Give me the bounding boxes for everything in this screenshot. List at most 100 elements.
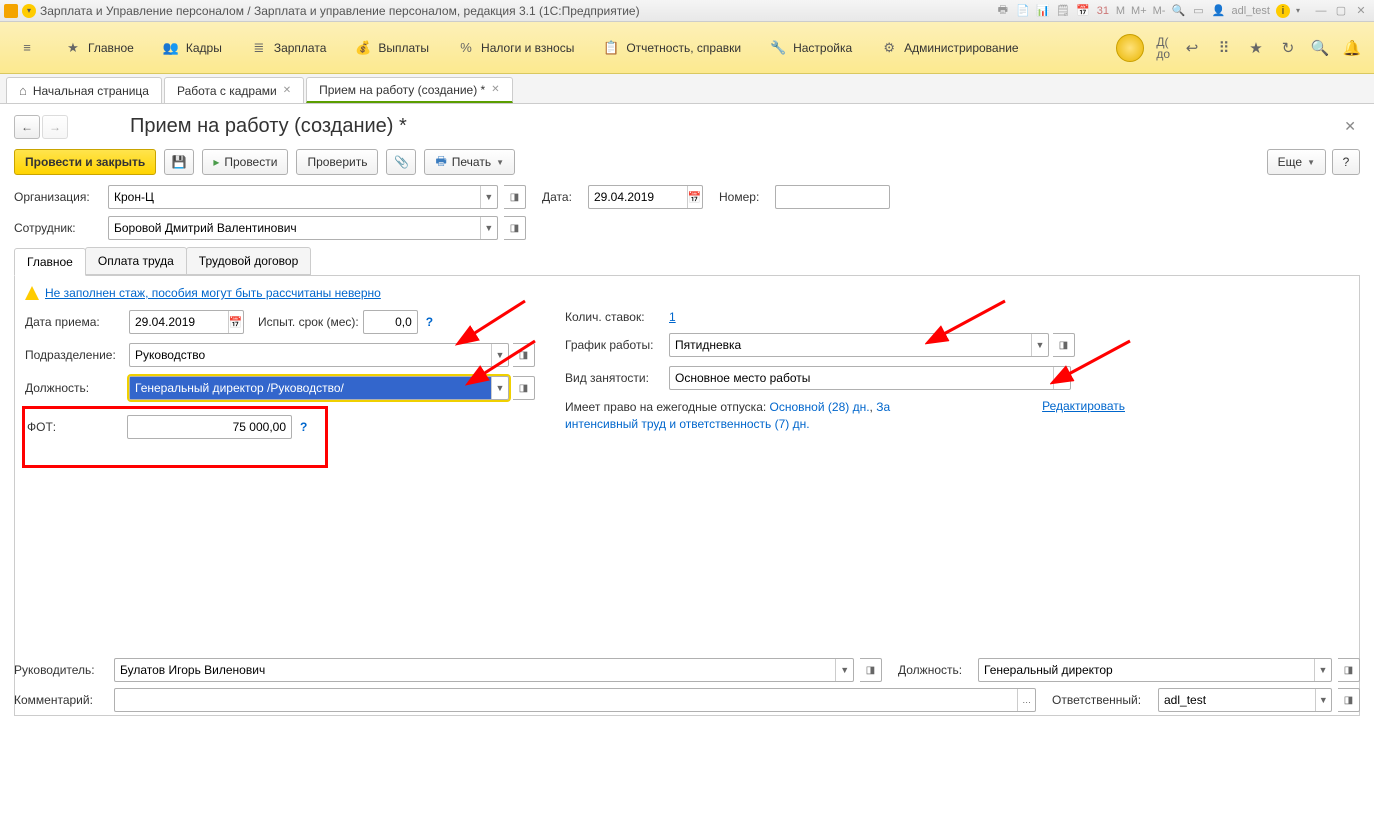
menu-admin[interactable]: ⚙Администрирование <box>866 22 1032 73</box>
calendar-icon[interactable]: 📅 <box>228 311 243 333</box>
warning-link[interactable]: Не заполнен стаж, пособия могут быть рас… <box>45 286 381 300</box>
dropdown-icon[interactable]: ▼ <box>1053 367 1070 389</box>
edit-vacation-link[interactable]: Редактировать <box>1042 399 1125 413</box>
back-tool-icon[interactable]: ↩ <box>1182 38 1202 58</box>
page-header: ← → Прием на работу (создание) * ✕ <box>14 114 1360 139</box>
hire-date-field[interactable]: 📅 <box>129 310 244 334</box>
document-footer: Руководитель: ▼ ◨ Должность: ▼ ◨ Коммент… <box>14 658 1360 718</box>
minimize-button[interactable]: — <box>1312 4 1330 18</box>
dropdown-icon[interactable]: ▼ <box>491 377 508 399</box>
help-icon[interactable]: ? <box>300 420 307 434</box>
comment-field[interactable]: … <box>114 688 1036 712</box>
open-icon[interactable]: ◨ <box>860 658 882 682</box>
help-button[interactable]: ? <box>1332 149 1360 175</box>
manager-label: Руководитель: <box>14 663 108 677</box>
memory-mminus[interactable]: M- <box>1153 5 1166 17</box>
dropdown-icon[interactable]: ▼ <box>1031 334 1048 356</box>
star-icon[interactable]: ★ <box>1246 38 1266 58</box>
status-indicator[interactable] <box>1116 34 1144 62</box>
close-icon[interactable]: ✕ <box>491 84 499 95</box>
search-icon[interactable]: 🔍 <box>1310 38 1330 58</box>
help-icon[interactable]: ? <box>426 315 433 329</box>
report-icon[interactable]: 📊 <box>1036 4 1050 18</box>
history-icon[interactable]: ↻ <box>1278 38 1298 58</box>
menu-reports[interactable]: 📋Отчетность, справки <box>588 22 755 73</box>
calendar-icon[interactable]: 📅 <box>687 186 702 208</box>
print-icon[interactable]: 🖶 <box>996 4 1010 18</box>
dropdown-icon[interactable]: ▼ <box>480 186 497 208</box>
info-icon[interactable]: i <box>1276 4 1290 18</box>
close-icon[interactable]: ✕ <box>283 85 291 96</box>
menu-personnel[interactable]: 👥Кадры <box>148 22 236 73</box>
open-icon[interactable]: ◨ <box>513 343 535 367</box>
menu-settings[interactable]: 🔧Настройка <box>755 22 866 73</box>
tab-contract[interactable]: Трудовой договор <box>186 247 311 275</box>
menu-salary[interactable]: ≣Зарплата <box>236 22 341 73</box>
menu-taxes[interactable]: %Налоги и взносы <box>443 22 588 73</box>
menu-hamburger[interactable]: ≡ <box>4 22 50 73</box>
tab-personnel-work[interactable]: Работа с кадрами ✕ <box>164 77 304 103</box>
post-and-close-button[interactable]: Провести и закрыть <box>14 149 156 175</box>
open-icon[interactable]: ◨ <box>504 185 526 209</box>
close-button[interactable]: ✕ <box>1352 4 1370 18</box>
check-button[interactable]: Проверить <box>296 149 378 175</box>
window-icon[interactable]: ▭ <box>1191 4 1205 18</box>
date-icon[interactable]: 31 <box>1096 4 1110 18</box>
department-field[interactable]: ▼ <box>129 343 509 367</box>
warning-icon <box>25 286 39 300</box>
doc-icon[interactable]: 📄 <box>1016 4 1030 18</box>
open-icon[interactable]: ◨ <box>513 376 535 400</box>
comment-label: Комментарий: <box>14 693 108 707</box>
memory-m[interactable]: M <box>1116 5 1125 17</box>
responsible-field[interactable]: ▼ <box>1158 688 1332 712</box>
date-field[interactable]: 📅 <box>588 185 703 209</box>
number-field[interactable] <box>775 185 890 209</box>
position-field[interactable]: ▼ <box>129 376 509 400</box>
employment-field[interactable]: ▼ <box>669 366 1071 390</box>
attach-button[interactable]: 📎 <box>386 149 416 175</box>
print-button[interactable]: 🖶Печать▼ <box>424 149 515 175</box>
dropdown-icon[interactable]: ▼ <box>1315 689 1331 711</box>
zoom-icon[interactable]: 🔍 <box>1171 4 1185 18</box>
schedule-field[interactable]: ▼ <box>669 333 1049 357</box>
page-title: Прием на работу (создание) * <box>130 115 407 138</box>
save-button[interactable]: 💾 <box>164 149 194 175</box>
dropdown-icon[interactable]: ▼ <box>491 344 508 366</box>
memory-mplus[interactable]: M+ <box>1131 5 1147 17</box>
document-toolbar: Провести и закрыть 💾 ▸Провести Проверить… <box>14 149 1360 175</box>
manager-field[interactable]: ▼ <box>114 658 854 682</box>
bell-icon[interactable]: 🔔 <box>1342 38 1362 58</box>
rates-link[interactable]: 1 <box>669 310 676 324</box>
menu-payments[interactable]: 💰Выплаты <box>340 22 443 73</box>
open-icon[interactable]: ◨ <box>1338 688 1360 712</box>
employee-field[interactable]: ▼ <box>108 216 498 240</box>
maximize-button[interactable]: ▢ <box>1332 4 1350 18</box>
dropdown-icon[interactable]: ▼ <box>835 659 853 681</box>
tab-payment[interactable]: Оплата труда <box>85 247 187 275</box>
nav-forward-button[interactable]: → <box>42 115 68 139</box>
post-button[interactable]: ▸Провести <box>202 149 288 175</box>
tab-home[interactable]: ⌂ Начальная страница <box>6 77 162 103</box>
organization-label: Организация: <box>14 190 102 204</box>
employment-label: Вид занятости: <box>565 371 665 385</box>
menu-main[interactable]: ★Главное <box>50 22 148 73</box>
footer-position-field[interactable]: ▼ <box>978 658 1332 682</box>
app-menu-drop[interactable]: ▾ <box>22 4 36 18</box>
fot-field[interactable] <box>127 415 292 439</box>
organization-field[interactable]: ▼ <box>108 185 498 209</box>
expand-icon[interactable]: … <box>1017 689 1035 711</box>
tab-hiring[interactable]: Прием на работу (создание) * ✕ <box>306 77 512 103</box>
more-button[interactable]: Еще▼ <box>1267 149 1326 175</box>
dropdown-icon[interactable]: ▼ <box>480 217 497 239</box>
calendar-icon[interactable]: 📅 <box>1076 4 1090 18</box>
open-icon[interactable]: ◨ <box>1338 658 1360 682</box>
open-icon[interactable]: ◨ <box>504 216 526 240</box>
dropdown-icon[interactable]: ▼ <box>1314 659 1331 681</box>
calc-icon[interactable]: 🗒 <box>1056 4 1070 18</box>
open-icon[interactable]: ◨ <box>1053 333 1075 357</box>
probation-field[interactable] <box>363 310 418 334</box>
page-close-button[interactable]: ✕ <box>1340 114 1360 139</box>
apps-icon[interactable]: ⠿ <box>1214 38 1234 58</box>
tab-main[interactable]: Главное <box>14 248 86 276</box>
nav-back-button[interactable]: ← <box>14 115 40 139</box>
